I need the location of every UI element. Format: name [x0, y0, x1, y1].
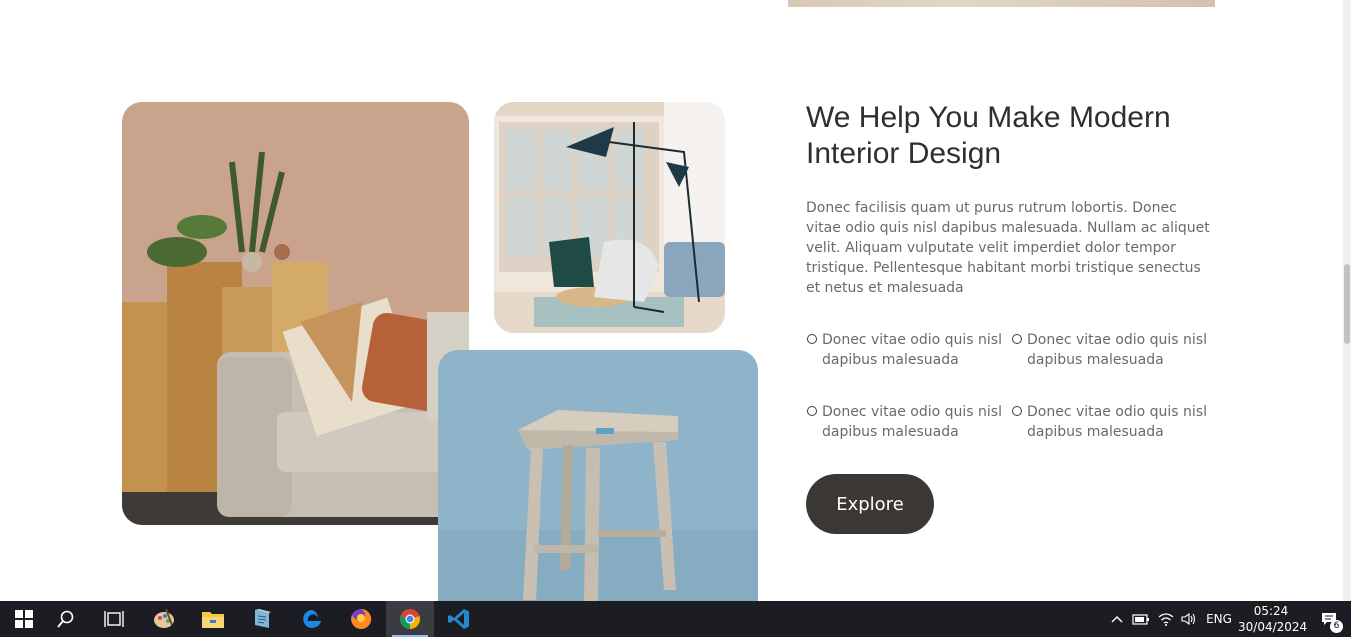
volume-icon[interactable] — [1178, 601, 1200, 637]
explore-button[interactable]: Explore — [806, 474, 934, 534]
lamp-interior-image — [494, 102, 725, 333]
start-icon[interactable] — [0, 601, 48, 637]
chevron-up-icon[interactable] — [1106, 601, 1128, 637]
feature-item: Donec vitae odio quis nisl dapibus males… — [806, 330, 1002, 370]
task-view-icon[interactable] — [90, 601, 138, 637]
circle-bullet-icon — [1012, 334, 1022, 344]
edge-icon[interactable] — [288, 601, 336, 637]
firefox-icon[interactable] — [337, 601, 385, 637]
stool-image — [438, 350, 758, 601]
language-indicator[interactable]: ENG — [1203, 601, 1235, 637]
sofa-image — [122, 102, 469, 525]
battery-icon[interactable] — [1130, 601, 1152, 637]
feature-list: Donec vitae odio quis nisl dapibus males… — [806, 330, 1216, 450]
feature-text: Donec vitae odio quis nisl dapibus males… — [1027, 332, 1207, 368]
chrome-icon[interactable] — [386, 601, 434, 637]
windows-taskbar: ENG 05:24 30/04/2024 6 — [0, 601, 1351, 637]
clock-date: 30/04/2024 — [1238, 620, 1308, 634]
notification-count-badge: 6 — [1330, 620, 1343, 633]
previous-section-image-edge — [788, 0, 1215, 7]
notepad-icon[interactable] — [238, 601, 286, 637]
feature-text: Donec vitae odio quis nisl dapibus males… — [822, 404, 1002, 440]
section-title: We Help You Make Modern Interior Design — [806, 101, 1171, 170]
circle-bullet-icon — [807, 406, 817, 416]
clock[interactable]: 05:24 30/04/2024 — [1238, 603, 1308, 635]
page-scrollbar[interactable] — [1343, 0, 1351, 601]
scrollbar-thumb[interactable] — [1344, 264, 1350, 344]
section-paragraph: Donec facilisis quam ut purus rutrum lob… — [806, 200, 1210, 296]
feature-item: Donec vitae odio quis nisl dapibus males… — [806, 402, 1002, 442]
paint-icon[interactable] — [140, 601, 188, 637]
feature-text: Donec vitae odio quis nisl dapibus males… — [1027, 404, 1207, 440]
file-explorer-icon[interactable] — [189, 601, 237, 637]
vscode-icon[interactable] — [435, 601, 483, 637]
circle-bullet-icon — [807, 334, 817, 344]
feature-item: Donec vitae odio quis nisl dapibus males… — [1011, 402, 1207, 442]
feature-text: Donec vitae odio quis nisl dapibus males… — [822, 332, 1002, 368]
clock-time: 05:24 — [1253, 604, 1289, 618]
feature-item: Donec vitae odio quis nisl dapibus males… — [1011, 330, 1207, 370]
wifi-icon[interactable] — [1155, 601, 1177, 637]
browser-viewport: We Help You Make Modern Interior Design … — [0, 0, 1343, 601]
search-icon[interactable] — [42, 601, 90, 637]
circle-bullet-icon — [1012, 406, 1022, 416]
